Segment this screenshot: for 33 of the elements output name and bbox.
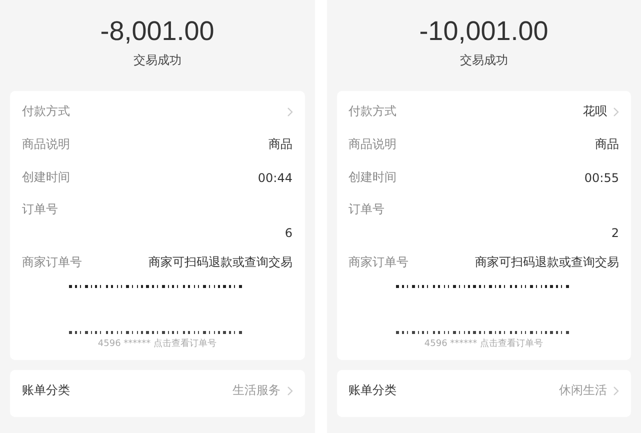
field-value: 00:44 — [258, 170, 292, 184]
field-label: 订单号 — [348, 200, 386, 218]
category-card[interactable]: 账单分类 生活服务 — [10, 370, 304, 417]
amount: -10,001.00 — [418, 16, 550, 46]
transaction-status: 交易成功 — [458, 52, 509, 69]
field-label: 付款方式 — [22, 103, 70, 120]
field-label: 账单分类 — [348, 382, 396, 399]
transaction-status: 交易成功 — [132, 52, 182, 69]
field-label: 商家订单号 — [348, 254, 408, 271]
field-value: 休闲生活 — [559, 382, 607, 399]
amount: -8,001.00 — [99, 16, 216, 46]
field-label: 账单分类 — [22, 382, 70, 399]
field-label: 创建时间 — [348, 169, 396, 186]
chevron-right-icon — [286, 106, 292, 116]
field-value: 商家可扫码退款或查询交易 — [475, 254, 619, 271]
field-value: 商家可扫码退款或查询交易 — [148, 254, 292, 271]
field-label: 商品说明 — [348, 136, 396, 153]
field-label: 创建时间 — [22, 169, 70, 186]
chevron-right-icon — [613, 106, 619, 116]
chevron-right-icon — [613, 386, 619, 396]
field-value: 花呗 — [583, 103, 607, 120]
field-label: 商品说明 — [22, 136, 70, 153]
field-value: 00:55 — [584, 170, 619, 184]
category-card[interactable]: 账单分类 休闲生活 — [336, 370, 631, 417]
field-value: 2 — [611, 226, 619, 240]
field-label: 订单号 — [22, 200, 59, 218]
field-value: 6 — [284, 226, 292, 240]
field-label: 付款方式 — [348, 103, 396, 120]
field-value: 生活服务 — [232, 382, 280, 399]
field-label: 商家订单号 — [22, 254, 82, 271]
chevron-right-icon — [286, 386, 292, 396]
field-value: 商品 — [595, 136, 619, 153]
field-value: 商品 — [268, 136, 292, 153]
